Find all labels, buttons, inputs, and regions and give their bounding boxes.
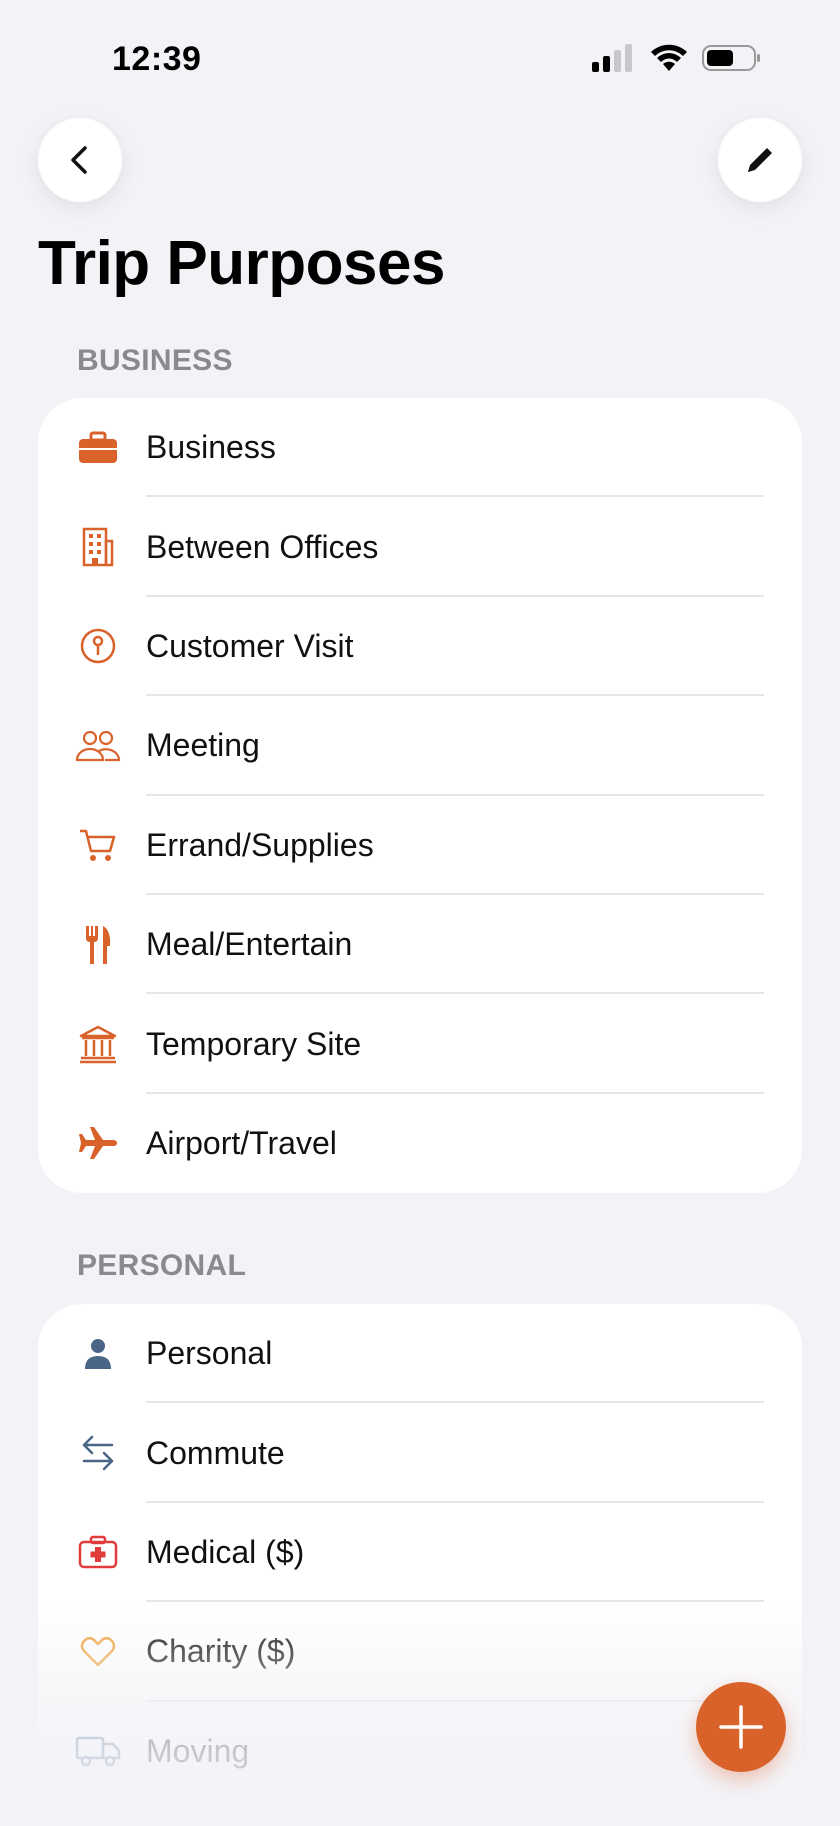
section-header-business: BUSINESS: [77, 344, 233, 377]
business-list: Business Between Offices Customer Visit …: [38, 398, 802, 1193]
list-item-label: Airport/Travel: [146, 1124, 337, 1161]
building-icon: [74, 523, 122, 571]
list-item-charity[interactable]: Charity ($): [38, 1602, 802, 1702]
list-item-meal-entertain[interactable]: Meal/Entertain: [38, 895, 802, 995]
battery-icon: [702, 45, 760, 71]
bank-icon: [74, 1020, 122, 1068]
list-item-label: Medical ($): [146, 1533, 305, 1570]
wifi-icon: [651, 44, 687, 71]
list-item-moving[interactable]: Moving: [38, 1702, 802, 1801]
list-item-label: Meeting: [146, 727, 260, 764]
list-item-label: Meal/Entertain: [146, 926, 353, 963]
list-item-business[interactable]: Business: [38, 398, 802, 498]
list-item-label: Personal: [146, 1335, 273, 1372]
section-header-personal: PERSONAL: [77, 1249, 247, 1282]
medical-kit-icon: [74, 1528, 122, 1576]
status-icons: [592, 44, 762, 72]
list-item-between-offices[interactable]: Between Offices: [38, 497, 802, 597]
page-title: Trip Purposes: [38, 229, 445, 298]
list-item-label: Customer Visit: [146, 627, 354, 664]
cart-icon: [74, 821, 122, 869]
people-icon: [74, 722, 122, 770]
fork-knife-icon: [74, 921, 122, 969]
list-item-airport-travel[interactable]: Airport/Travel: [38, 1094, 802, 1193]
pencil-icon: [748, 148, 772, 172]
personal-list: Personal Commute Medical ($) Charity ($)…: [38, 1304, 802, 1826]
signal-icon: [592, 44, 632, 72]
plus-icon: [719, 1705, 763, 1749]
list-item-temporary-site[interactable]: Temporary Site: [38, 994, 802, 1094]
list-item-personal[interactable]: Personal: [38, 1304, 802, 1404]
list-item-meeting[interactable]: Meeting: [38, 696, 802, 796]
airplane-icon: [74, 1119, 122, 1167]
edit-button[interactable]: [718, 118, 802, 202]
list-item-medical[interactable]: Medical ($): [38, 1503, 802, 1603]
list-item-label: Between Offices: [146, 528, 379, 565]
arrows-left-right-icon: [74, 1429, 122, 1477]
back-button[interactable]: [38, 118, 122, 202]
list-item-errand-supplies[interactable]: Errand/Supplies: [38, 796, 802, 895]
person-icon: [74, 1330, 122, 1378]
list-item-label: Temporary Site: [146, 1025, 362, 1062]
list-item-commute[interactable]: Commute: [38, 1403, 802, 1503]
status-time: 12:39: [112, 40, 202, 78]
truck-icon: [74, 1727, 122, 1775]
list-item-label: Moving: [146, 1732, 250, 1769]
add-purpose-button[interactable]: [696, 1682, 786, 1772]
status-bar: 12:39: [0, 0, 840, 120]
chevron-left-icon: [71, 146, 87, 174]
heart-icon: [74, 1628, 122, 1676]
list-item-customer-visit[interactable]: Customer Visit: [38, 597, 802, 697]
list-item-label: Commute: [146, 1434, 285, 1471]
list-item-label: Errand/Supplies: [146, 826, 374, 863]
list-item-label: Business: [146, 429, 276, 466]
list-item-label: Charity ($): [146, 1633, 296, 1670]
location-pin-icon: [74, 622, 122, 670]
briefcase-icon: [74, 424, 122, 472]
